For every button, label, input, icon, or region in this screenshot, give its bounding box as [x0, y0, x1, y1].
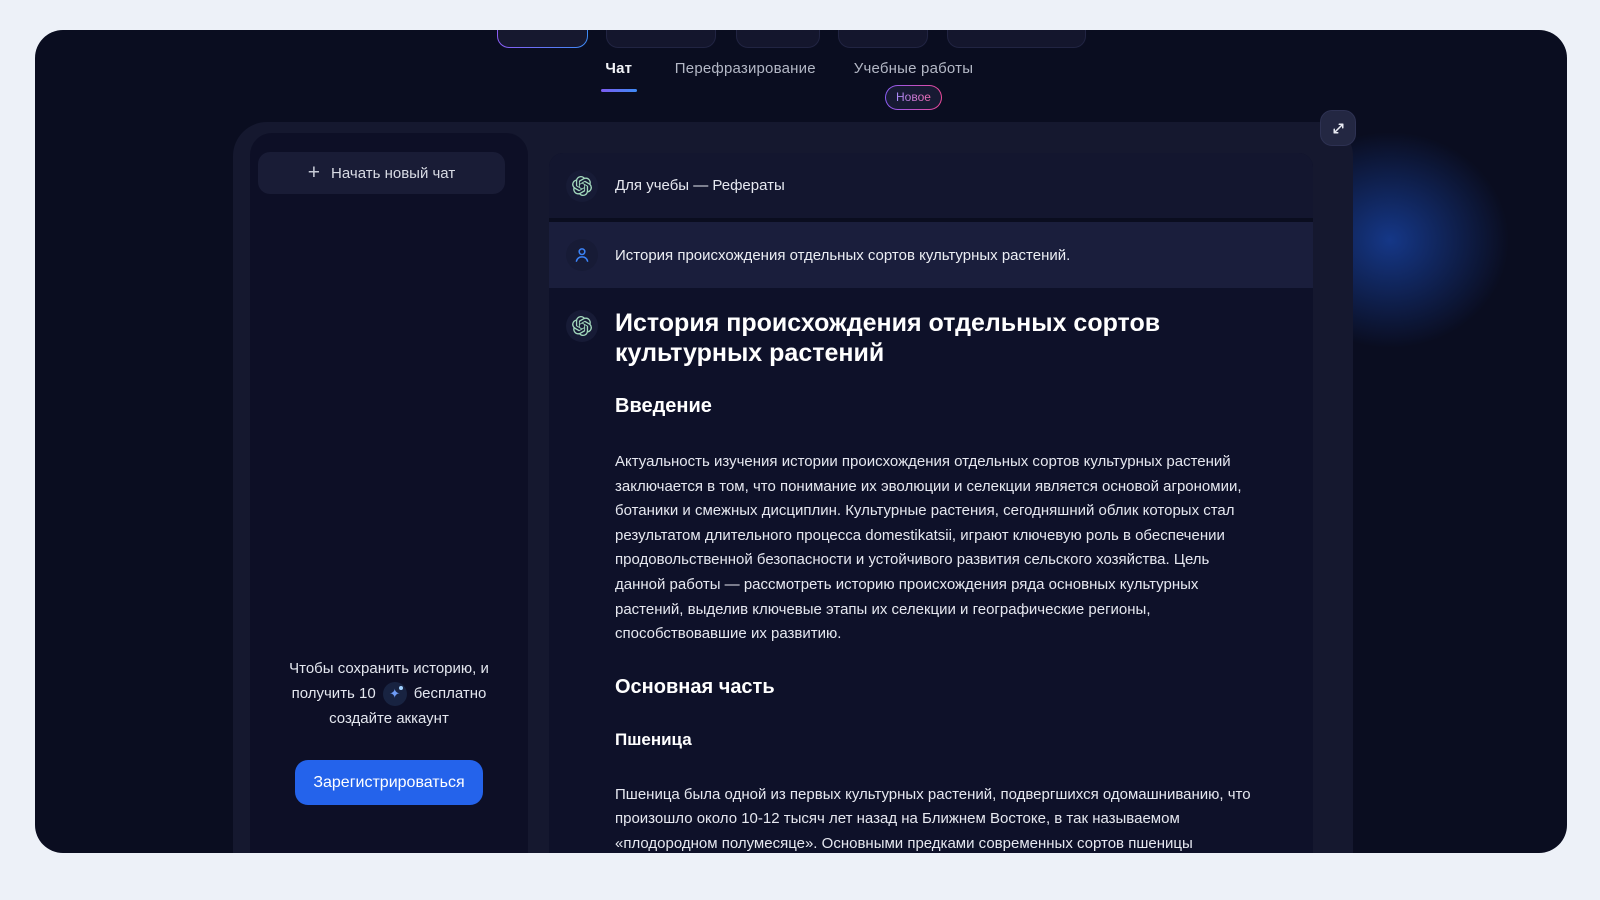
app-frame: + Начать новый чат Чтобы сохранить истор…: [233, 122, 1353, 853]
tab-chat[interactable]: Чат: [600, 60, 637, 92]
tab-academic[interactable]: Учебные работы Новое: [854, 60, 973, 110]
mode-card-partial[interactable]: [606, 30, 716, 48]
article-heading-intro: Введение: [615, 395, 712, 417]
user-message-row: История происхождения отдельных сортов к…: [549, 222, 1313, 288]
article-title: История происхождения отдельных сортов к…: [615, 309, 1161, 367]
tab-academic-label: Учебные работы: [853, 60, 974, 77]
tab-paraphrase-label: Перефразирование: [674, 60, 816, 77]
article-heading-main: Основная часть: [615, 675, 775, 698]
tab-bar: Чат Перефразирование Учебные работы Ново…: [35, 60, 1539, 110]
openai-logo-icon: [572, 175, 592, 196]
user-avatar: [566, 239, 598, 271]
tab-chat-label: Чат: [605, 60, 633, 77]
user-message: История происхождения отдельных сортов к…: [615, 246, 1071, 264]
mode-card-partial[interactable]: [838, 30, 928, 48]
signup-promo: Чтобы сохранить историю, и получить 10 ✦…: [250, 656, 528, 731]
sparkle-credit-icon: ✦: [382, 681, 407, 706]
tab-paraphrase[interactable]: Перефразирование: [675, 60, 816, 77]
plus-icon: +: [307, 160, 321, 184]
article-heading-wheat: Пшеница: [615, 729, 692, 749]
assistant-avatar: [566, 169, 598, 202]
user-icon: [575, 248, 589, 262]
expand-button[interactable]: [1320, 110, 1356, 146]
sidebar: + Начать новый чат Чтобы сохранить истор…: [250, 133, 528, 853]
chat-title: Для учебы — Рефераты: [615, 177, 785, 194]
assistant-message: История происхождения отдельных сортов к…: [549, 288, 1313, 853]
new-chat-button[interactable]: + Начать новый чат: [258, 152, 505, 194]
mode-card-partial[interactable]: [947, 30, 1086, 48]
promo-line-2: получить 10 ✦ бесплатно: [250, 681, 528, 706]
chat-panel: Для учебы — Рефераты История происхожден…: [549, 153, 1313, 853]
article-paragraph-intro: Актуальность изучения истории происхожде…: [615, 453, 1242, 643]
app-window: Чат Перефразирование Учебные работы Ново…: [35, 30, 1567, 853]
chat-header-row: Для учебы — Рефераты: [549, 153, 1313, 218]
register-button[interactable]: Зарегистрироваться: [295, 760, 483, 805]
expand-icon: [1332, 122, 1344, 134]
assistant-avatar: [566, 310, 598, 342]
mode-card-partial[interactable]: [736, 30, 820, 48]
active-tab-underline: [600, 89, 637, 92]
promo-line-3: создайте аккаунт: [329, 710, 449, 727]
mode-card-partial-active[interactable]: [497, 30, 588, 48]
article-paragraph-wheat: Пшеница была одной из первых культурных …: [615, 785, 1251, 852]
new-badge: Новое: [885, 85, 942, 110]
openai-logo-icon: [572, 316, 592, 336]
new-chat-label: Начать новый чат: [331, 164, 456, 182]
promo-line-1: Чтобы сохранить историю, и: [289, 660, 489, 677]
